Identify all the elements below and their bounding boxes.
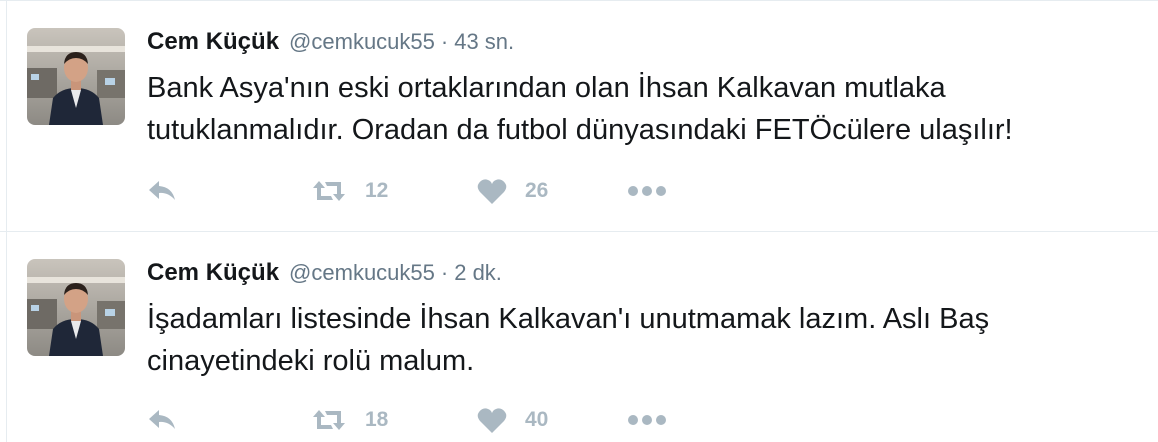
more-button[interactable]: [627, 171, 667, 211]
retweet-count: 18: [365, 408, 389, 431]
retweet-icon: [311, 407, 347, 433]
separator-dot: ·: [440, 260, 449, 285]
like-button[interactable]: 26: [477, 171, 548, 211]
heart-icon: [477, 178, 507, 205]
tweet-header: Cem Küçük @cemkucuk55 · 2 dk.: [147, 259, 502, 295]
tweet-timeline: Cem Küçük @cemkucuk55 · 43 sn. Bank Asya…: [0, 0, 1158, 442]
author-name[interactable]: Cem Küçük: [147, 28, 279, 56]
tweet[interactable]: Cem Küçük @cemkucuk55 · 43 sn. Bank Asya…: [7, 1, 1158, 231]
tweet-timestamp[interactable]: 2 dk.: [454, 260, 502, 286]
reply-icon: [147, 178, 177, 204]
reply-icon: [147, 407, 177, 433]
author-name[interactable]: Cem Küçük: [147, 259, 279, 287]
tweet-actions: 18 40: [147, 400, 707, 440]
author-handle[interactable]: @cemkucuk55: [289, 260, 435, 286]
tweet-actions: 12 26: [147, 171, 707, 211]
avatar[interactable]: [27, 28, 125, 125]
retweet-count: 12: [365, 179, 389, 202]
tweet-header: Cem Küçük @cemkucuk55 · 43 sn.: [147, 28, 514, 64]
reply-button[interactable]: [147, 171, 177, 211]
separator-dot: ·: [440, 29, 449, 54]
like-count: 40: [525, 408, 549, 431]
tweet-text: Bank Asya'nın eski ortaklarından olan İh…: [147, 72, 1013, 146]
heart-icon: [477, 407, 507, 434]
retweet-button[interactable]: 12: [311, 171, 388, 211]
retweet-icon: [311, 178, 347, 204]
tweet-text: İşadamları listesinde İhsan Kalkavan'ı u…: [147, 303, 990, 377]
like-button[interactable]: 40: [477, 400, 548, 440]
tweet-timestamp[interactable]: 43 sn.: [454, 29, 514, 55]
retweet-button[interactable]: 18: [311, 400, 388, 440]
author-handle[interactable]: @cemkucuk55: [289, 29, 435, 55]
more-dots-icon: [627, 414, 667, 426]
avatar[interactable]: [27, 259, 125, 356]
reply-button[interactable]: [147, 400, 177, 440]
more-button[interactable]: [627, 400, 667, 440]
more-dots-icon: [627, 185, 667, 197]
tweet[interactable]: Cem Küçük @cemkucuk55 · 2 dk. İşadamları…: [7, 232, 1158, 442]
like-count: 26: [525, 179, 549, 202]
